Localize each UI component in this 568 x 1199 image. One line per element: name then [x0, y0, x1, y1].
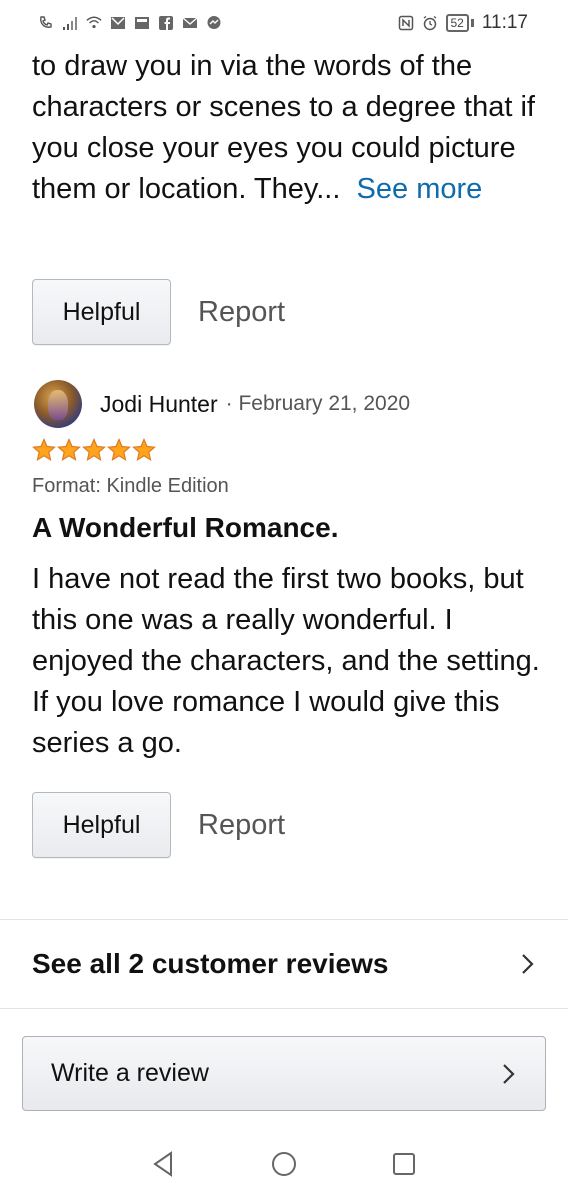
see-more-link[interactable]: See more — [357, 173, 483, 205]
signal-icon — [62, 15, 78, 31]
recents-button[interactable] — [386, 1146, 422, 1182]
review-1-actions: Helpful Report — [32, 279, 285, 345]
helpful-button[interactable]: Helpful — [32, 792, 171, 858]
chevron-right-icon — [503, 1063, 515, 1084]
review-2-actions: Helpful Report — [32, 792, 285, 858]
facebook-icon — [158, 15, 174, 31]
battery-level: 52 — [445, 14, 469, 32]
messenger-icon — [206, 15, 222, 31]
star-icon — [57, 438, 81, 462]
review-2-body: I have not read the first two books, but… — [32, 559, 542, 764]
status-left-icons — [38, 15, 222, 31]
gmail-icon — [110, 15, 126, 31]
system-nav-bar — [0, 1129, 568, 1199]
helpful-button[interactable]: Helpful — [32, 279, 171, 345]
inbox-icon — [134, 15, 150, 31]
chevron-right-icon — [522, 954, 534, 974]
reviewer-row: Jodi Hunter · February 21, 2020 — [34, 380, 410, 428]
alarm-icon — [422, 15, 438, 31]
status-bar: 52 11:17 — [0, 0, 568, 46]
back-triangle-icon — [153, 1151, 172, 1177]
report-link[interactable]: Report — [198, 809, 285, 842]
status-right-icons: 52 11:17 — [398, 12, 528, 34]
review-2-text: I have not read the first two books, but… — [32, 563, 540, 759]
see-all-reviews-link[interactable]: See all 2 customer reviews — [0, 920, 568, 1008]
write-review-label: Write a review — [51, 1059, 209, 1087]
report-link[interactable]: Report — [198, 296, 285, 329]
review-format: Format: Kindle Edition — [32, 475, 229, 497]
star-icon — [107, 438, 131, 462]
star-icon — [82, 438, 106, 462]
see-all-reviews-label: See all 2 customer reviews — [32, 948, 389, 979]
divider — [0, 1008, 568, 1009]
mail-icon — [182, 15, 198, 31]
review-1-body: to draw you in via the words of the char… — [32, 46, 542, 210]
star-rating — [32, 438, 156, 462]
review-date: · February 21, 2020 — [225, 392, 411, 415]
nfc-icon — [398, 15, 414, 31]
battery-icon: 52 — [445, 14, 474, 32]
avatar[interactable] — [34, 380, 82, 428]
home-button[interactable] — [266, 1146, 302, 1182]
back-button[interactable] — [146, 1146, 182, 1182]
wifi-icon — [86, 15, 102, 31]
phone-call-icon — [38, 15, 54, 31]
star-icon — [32, 438, 56, 462]
status-time: 11:17 — [481, 12, 528, 33]
recents-square-icon — [393, 1153, 415, 1175]
star-icon — [132, 438, 156, 462]
write-review-button[interactable]: Write a review — [22, 1036, 546, 1111]
home-circle-icon — [272, 1152, 296, 1176]
review-title: A Wonderful Romance. — [32, 512, 339, 543]
reviewer-name[interactable]: Jodi Hunter — [100, 391, 218, 418]
